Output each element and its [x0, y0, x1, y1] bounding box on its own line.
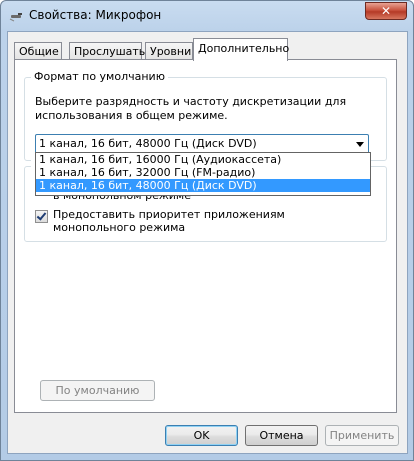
format-select[interactable]: 1 канал, 16 бит, 48000 Гц (Диск DVD) [35, 134, 369, 154]
restore-defaults-button[interactable]: По умолчанию [40, 380, 155, 401]
default-format-description: Выберите разрядность и частоту дискретиз… [35, 95, 347, 122]
format-selected-value: 1 канал, 16 бит, 48000 Гц (Диск DVD) [39, 137, 257, 150]
format-dropdown-list: 1 канал, 16 бит, 16000 Гц (Аудиокассета)… [35, 152, 371, 196]
advanced-panel: Формат по умолчанию Выберите разрядность… [14, 59, 397, 413]
cancel-button[interactable]: Отмена [245, 425, 318, 446]
tab-listen[interactable]: Прослушать [69, 42, 145, 60]
close-icon: ✕ [380, 4, 392, 18]
window-title: Свойства: Микрофон [29, 8, 162, 22]
priority-label[interactable]: Предоставить приоритет приложениям моноп… [53, 208, 353, 234]
format-option-16000[interactable]: 1 канал, 16 бит, 16000 Гц (Аудиокассета) [36, 153, 370, 166]
microphone-icon [9, 13, 22, 22]
format-option-48000[interactable]: 1 канал, 16 бит, 48000 Гц (Диск DVD) [36, 179, 370, 192]
priority-checkbox[interactable] [35, 210, 48, 223]
priority-row[interactable]: Предоставить приоритет приложениям моноп… [35, 208, 353, 234]
default-format-group: Формат по умолчанию Выберите разрядность… [24, 70, 387, 161]
close-button[interactable]: ✕ [365, 2, 407, 20]
properties-window: Свойства: Микрофон ✕ Общие Прослушать Ур… [0, 0, 414, 461]
chevron-down-icon[interactable] [356, 142, 364, 147]
tab-advanced[interactable]: Дополнительно [193, 38, 289, 61]
ok-button[interactable]: OK [165, 425, 238, 446]
dialog-client: Общие Прослушать Уровни Дополнительно Фо… [7, 31, 408, 454]
format-option-32000[interactable]: 1 канал, 16 бит, 32000 Гц (FM-радио) [36, 166, 370, 179]
title-bar[interactable]: Свойства: Микрофон ✕ [1, 1, 413, 31]
tab-general[interactable]: Общие [14, 42, 62, 60]
apply-button[interactable]: Применить [325, 425, 399, 446]
default-format-label: Формат по умолчанию [31, 70, 168, 83]
tab-levels[interactable]: Уровни [145, 42, 193, 60]
